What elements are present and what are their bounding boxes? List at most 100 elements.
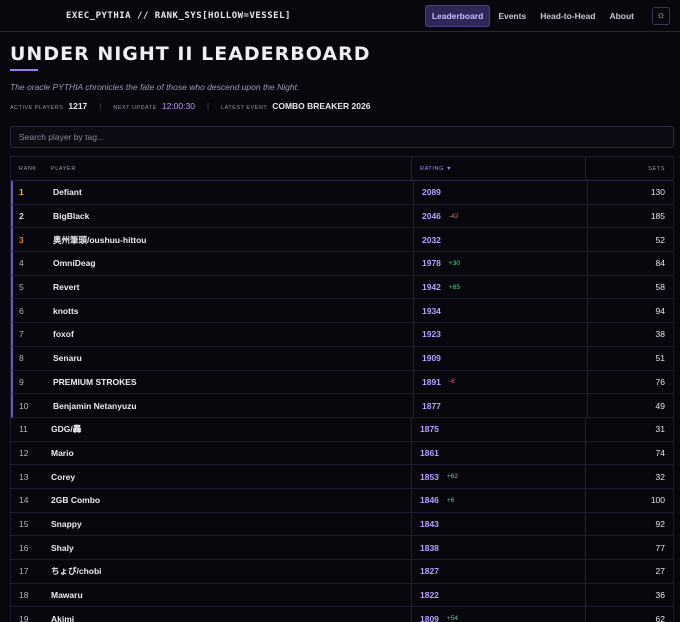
rank-cell: 1 [19,187,24,198]
theme-toggle-button[interactable]: ☼ [652,6,670,25]
header-sets[interactable]: Sets [585,157,673,180]
stat-label: Latest Event [221,105,268,111]
table-row[interactable]: 14 2GB Combo 1846 +6 100 [11,488,673,513]
rating-cell: 1853 +62 [411,465,585,488]
sets-cell: 185 [587,204,673,228]
table-body: 1 Defiant 2089 130 2 BigBlack 2046 -42 185 3 奥州筆頭/… [11,181,673,622]
stat-latest-event: Latest Event COMBO BREAKER 2026 [221,101,370,111]
player-name-link[interactable]: Shaly [43,543,411,553]
player-name-link[interactable]: PREMIUM STROKES [45,377,413,387]
rating-value: 1877 [422,400,441,411]
player-name-link[interactable]: Snappy [43,519,411,529]
stat-divider: | [99,102,102,111]
table-row[interactable]: 3 奥州筆頭/oushuu-hittou 2032 52 [11,228,673,253]
player-name-link[interactable]: knotts [45,306,413,316]
player-name-link[interactable]: foxof [45,329,413,339]
rating-delta-badge: +54 [446,615,458,622]
rating-cell: 1846 +6 [411,488,585,512]
table-row[interactable]: 11 GDG/轟 1875 31 [11,417,673,442]
table-row[interactable]: 5 Revert 1942 +85 58 [11,275,673,300]
table-row[interactable]: 1 Defiant 2089 130 [11,181,673,205]
rating-cell: 1909 [413,346,587,370]
player-name-link[interactable]: Corey [43,472,411,482]
rating-cell: 1861 [411,441,585,465]
rating-value: 1853 [420,471,439,482]
rating-cell: 1877 [413,394,587,417]
rating-value: 1978 [422,258,441,269]
rank-cell: 15 [19,518,29,529]
header-rating[interactable]: Rating ▼ [411,157,585,180]
rating-value: 1942 [422,282,441,293]
rating-cell: 1942 +85 [413,275,587,299]
table-row[interactable]: 2 BigBlack 2046 -42 185 [11,204,673,229]
header-player[interactable]: Player [43,166,411,172]
table-row[interactable]: 10 Benjamin Netanyuzu 1877 49 [11,394,673,418]
player-name-link[interactable]: Revert [45,282,413,292]
player-name-link[interactable]: Mawaru [43,590,411,600]
brand-title[interactable]: EXEC_PYTHIA // RANK_SYS[HOLLOW=VESSEL] [66,11,425,21]
table-row[interactable]: 12 Mario 1861 74 [11,441,673,466]
search-box [10,126,674,148]
rank-cell: 17 [19,566,29,577]
nav-events[interactable]: Events [492,5,532,27]
table-row[interactable]: 16 Shaly 1838 77 [11,536,673,560]
stat-divider: | [206,102,210,111]
rating-cell: 1978 +30 [413,252,587,275]
rating-cell: 1875 [411,417,585,441]
player-name-link[interactable]: OmniDeag [45,258,413,268]
rating-cell: 1827 [411,560,585,583]
top-nav-bar: EXEC_PYTHIA // RANK_SYS[HOLLOW=VESSEL] L… [0,0,680,32]
nav-about[interactable]: About [603,5,640,27]
rating-value: 1891 [422,376,441,387]
table-row[interactable]: 18 Mawaru 1822 36 [11,583,673,608]
table-row[interactable]: 7 foxof 1923 38 [11,323,673,347]
rank-cell: 4 [19,258,24,269]
player-name-link[interactable]: Akimi [43,614,411,622]
player-name-link[interactable]: Defiant [45,187,413,197]
table-row[interactable]: 13 Corey 1853 +62 32 [11,465,673,489]
player-name-link[interactable]: 2GB Combo [43,495,411,505]
player-name-link[interactable]: Mario [43,448,411,458]
table-row[interactable]: 8 Senaru 1909 51 [11,346,673,371]
search-input[interactable] [19,132,665,142]
rating-value: 1909 [422,353,441,364]
table-row[interactable]: 6 knotts 1934 94 [11,299,673,324]
table-row[interactable]: 15 Snappy 1843 92 [11,512,673,537]
rating-value: 2032 [422,234,441,245]
sets-cell: 27 [585,560,673,583]
nav-leaderboard[interactable]: Leaderboard [424,4,491,27]
rating-cell: 2046 -42 [413,204,587,228]
rank-cell: 12 [19,447,29,458]
stats-bar: Active Players 1217 | Next Update 12:00:… [10,101,670,111]
rating-cell: 1923 [413,323,587,346]
player-name-link[interactable]: 奥州筆頭/oushuu-hittou [45,234,413,246]
sets-cell: 32 [585,465,673,488]
title-underline [10,69,38,71]
stat-value: COMBO BREAKER 2026 [272,101,371,111]
table-row[interactable]: 17 ちょび/chobi 1827 27 [11,560,673,584]
rank-cell: 14 [19,495,29,506]
table-row[interactable]: 9 PREMIUM STROKES 1891 -6 76 [11,370,673,395]
main-nav: Leaderboard Events Head-to-Head About [424,4,640,27]
sets-cell: 92 [585,512,673,536]
table-row[interactable]: 19 Akimi 1809 +54 62 [11,607,673,622]
table-row[interactable]: 4 OmniDeag 1978 +30 84 [11,252,673,276]
player-name-link[interactable]: ちょび/chobi [43,565,411,577]
sets-cell: 74 [585,441,673,465]
rating-delta-badge: +6 [446,496,455,504]
page-title: UNDER NIGHT II LEADERBOARD [10,43,371,65]
rating-value: 1923 [422,329,441,340]
player-name-link[interactable]: Benjamin Netanyuzu [45,401,413,411]
rating-cell: 1809 +54 [411,607,585,622]
rating-value: 1846 [420,495,439,506]
player-name-link[interactable]: BigBlack [45,211,413,221]
rating-delta-badge: -42 [448,212,459,220]
player-name-link[interactable]: Senaru [45,353,413,363]
rank-cell: 3 [19,234,24,245]
rating-cell: 1843 [411,512,585,536]
nav-head-to-head[interactable]: Head-to-Head [534,5,601,27]
rating-cell: 1838 [411,536,585,559]
header-rank[interactable]: Rank [11,166,43,172]
sets-cell: 94 [587,299,673,323]
player-name-link[interactable]: GDG/轟 [43,423,411,435]
